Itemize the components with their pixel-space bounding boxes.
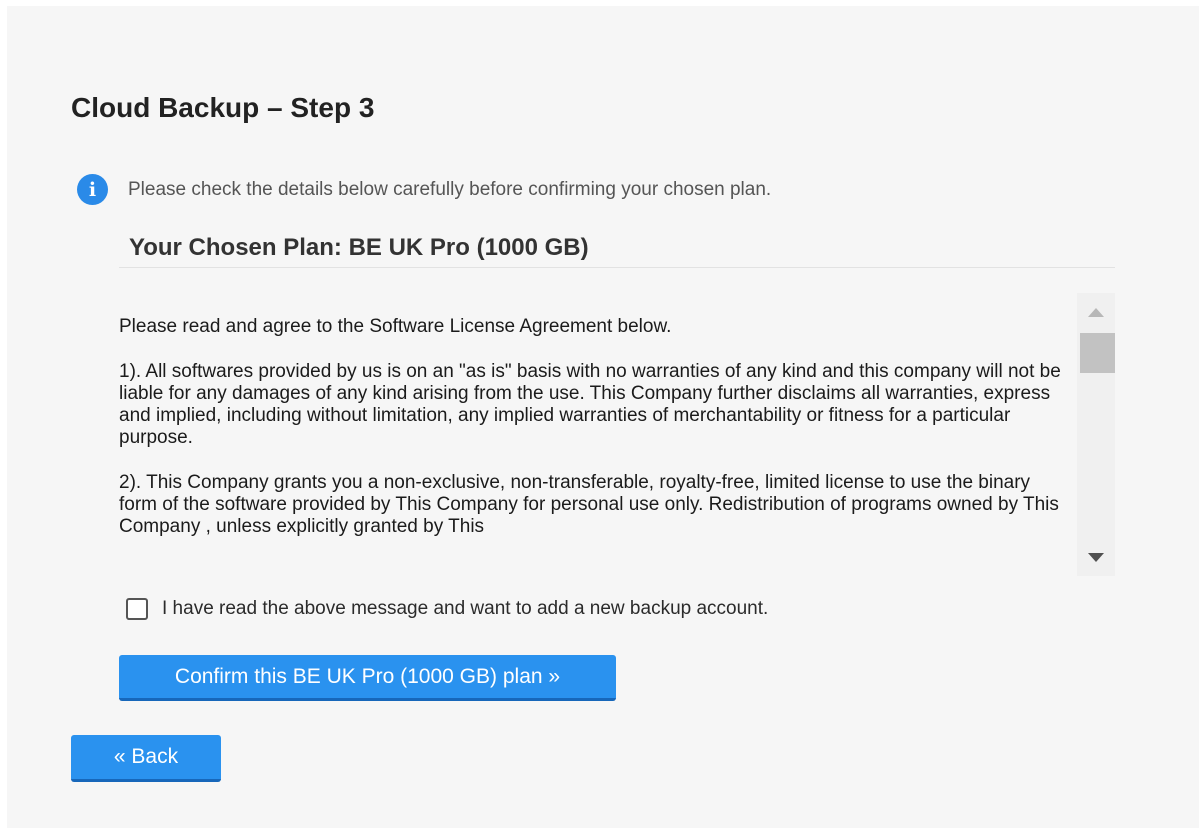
confirm-plan-button[interactable]: Confirm this BE UK Pro (1000 GB) plan » [119, 655, 616, 701]
info-message-text: Please check the details below carefully… [128, 178, 772, 200]
license-paragraph: Please read and agree to the Software Li… [119, 316, 672, 337]
license-agreement-text: Please read and agree to the Software Li… [119, 293, 1069, 561]
license-paragraph: 2). This Company grants you a non-exclus… [119, 472, 1059, 537]
license-agreement-box[interactable]: Please read and agree to the Software Li… [119, 293, 1115, 576]
back-button[interactable]: « Back [71, 735, 221, 782]
page-container: Cloud Backup – Step 3 i Please check the… [7, 6, 1199, 828]
agreement-row[interactable]: I have read the above message and want t… [126, 598, 768, 620]
scroll-up-arrow-icon[interactable] [1077, 301, 1115, 323]
license-scrollbar[interactable] [1077, 293, 1115, 576]
chosen-plan-heading: Your Chosen Plan: BE UK Pro (1000 GB) [119, 234, 1115, 268]
agreement-checkbox[interactable] [126, 598, 148, 620]
scroll-down-arrow-icon[interactable] [1077, 546, 1115, 568]
scrollbar-thumb[interactable] [1080, 333, 1115, 373]
info-icon: i [77, 174, 108, 205]
license-paragraph: 1). All softwares provided by us is on a… [119, 361, 1061, 448]
agreement-label[interactable]: I have read the above message and want t… [162, 598, 768, 620]
page-title: Cloud Backup – Step 3 [71, 92, 375, 123]
info-message: i Please check the details below careful… [77, 174, 771, 205]
